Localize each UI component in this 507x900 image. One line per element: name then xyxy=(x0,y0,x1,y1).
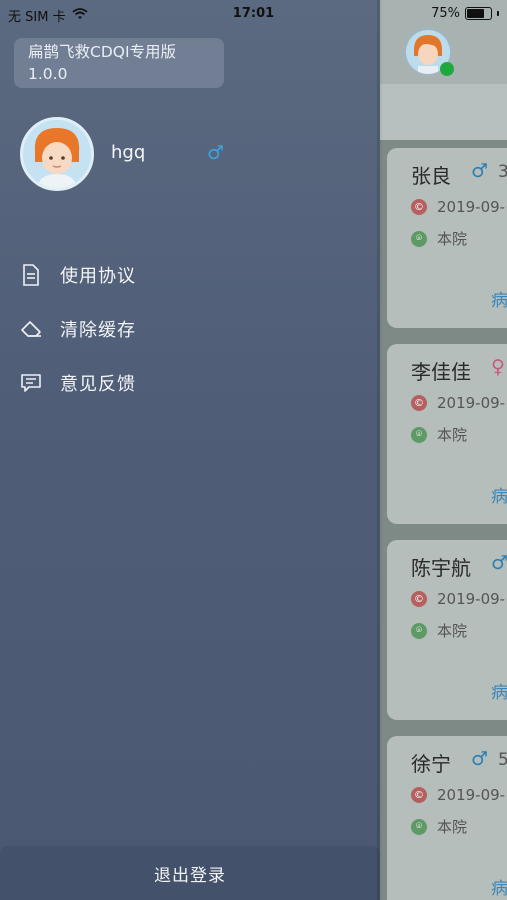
main-header-toolbar xyxy=(380,84,507,140)
patient-name: 张良 xyxy=(411,164,451,188)
menu-label: 清除缓存 xyxy=(60,320,136,341)
app-title: 扁鹊飞救CDQI专用版 xyxy=(28,43,177,61)
card-date-row: © 2019-09- xyxy=(411,786,505,804)
patient-location: 本院 xyxy=(437,622,468,640)
card-date-row: © 2019-09- xyxy=(411,590,505,608)
eraser-icon xyxy=(20,318,42,340)
menu-item-clear-cache[interactable]: 清除缓存 xyxy=(0,302,380,356)
patient-age: 3 xyxy=(498,162,507,182)
male-icon: ♂ xyxy=(491,552,507,574)
battery-level xyxy=(467,9,484,18)
patient-name: 陈宇航 xyxy=(411,556,471,580)
record-link[interactable]: 病 xyxy=(491,678,507,703)
location-icon: ⌾ xyxy=(411,818,427,835)
main-screen: 张良 ♂ 3 © 2019-09- ⌾ 本院 病 李佳佳 ♀ © 2019-09… xyxy=(380,0,507,900)
card-location-row: ⌾ 本院 xyxy=(411,816,467,837)
patient-name: 李佳佳 xyxy=(411,360,471,384)
patient-card[interactable]: 李佳佳 ♀ © 2019-09- ⌾ 本院 病 xyxy=(387,344,507,524)
patient-date: 2019-09- xyxy=(437,590,506,608)
card-location-row: ⌾ 本院 xyxy=(411,620,467,641)
card-date-row: © 2019-09- xyxy=(411,394,505,412)
time-icon: © xyxy=(411,199,427,215)
record-link[interactable]: 病 xyxy=(491,482,507,507)
male-icon: ♂ xyxy=(207,142,225,164)
app-title-box: 扁鹊飞救CDQI专用版 1.0.0 xyxy=(14,38,224,88)
online-status-dot xyxy=(440,62,454,76)
battery-icon xyxy=(465,7,492,20)
user-name: hgq xyxy=(111,142,146,163)
time-icon: © xyxy=(411,787,427,803)
document-icon xyxy=(20,264,42,286)
logout-button[interactable]: 退出登录 xyxy=(0,846,380,900)
patient-location: 本院 xyxy=(437,426,468,444)
location-icon: ⌾ xyxy=(411,230,427,247)
patient-location: 本院 xyxy=(437,818,468,836)
feedback-icon xyxy=(20,372,42,394)
location-icon: ⌾ xyxy=(411,426,427,443)
patient-card[interactable]: 徐宁 ♂ 5 © 2019-09- ⌾ 本院 病 xyxy=(387,736,507,900)
record-link[interactable]: 病 xyxy=(491,874,507,899)
side-drawer: 扁鹊飞救CDQI专用版 1.0.0 hgq ♂ 使用协议 清除缓存 意见反馈 退… xyxy=(0,0,380,900)
app-version: 1.0.0 xyxy=(28,65,68,83)
patient-date: 2019-09- xyxy=(437,198,506,216)
location-icon: ⌾ xyxy=(411,622,427,639)
card-location-row: ⌾ 本院 xyxy=(411,424,467,445)
drawer-menu: 使用协议 清除缓存 意见反馈 xyxy=(0,248,380,410)
battery-percent: 75% xyxy=(431,6,460,21)
card-date-row: © 2019-09- xyxy=(411,198,505,216)
menu-label: 使用协议 xyxy=(60,266,136,287)
male-icon: ♂ xyxy=(471,748,489,770)
female-icon: ♀ xyxy=(491,356,505,378)
menu-item-user-agreement[interactable]: 使用协议 xyxy=(0,248,380,302)
menu-item-feedback[interactable]: 意见反馈 xyxy=(0,356,380,410)
patient-age: 5 xyxy=(498,750,507,770)
patient-date: 2019-09- xyxy=(437,786,506,804)
user-avatar[interactable] xyxy=(20,117,94,191)
menu-label: 意见反馈 xyxy=(60,374,136,395)
card-location-row: ⌾ 本院 xyxy=(411,228,467,249)
patient-card[interactable]: 张良 ♂ 3 © 2019-09- ⌾ 本院 病 xyxy=(387,148,507,328)
patient-location: 本院 xyxy=(437,230,468,248)
patient-name: 徐宁 xyxy=(411,752,451,776)
battery-tip xyxy=(497,11,499,16)
patient-date: 2019-09- xyxy=(437,394,506,412)
drawer-shadow xyxy=(377,0,383,900)
record-link[interactable]: 病 xyxy=(491,286,507,311)
status-right: 75% xyxy=(431,6,499,21)
time-icon: © xyxy=(411,591,427,607)
status-bar: 无 SIM 卡 17:01 75% xyxy=(0,0,507,28)
male-icon: ♂ xyxy=(471,160,489,182)
time-icon: © xyxy=(411,395,427,411)
patient-card[interactable]: 陈宇航 ♂ © 2019-09- ⌾ 本院 病 xyxy=(387,540,507,720)
